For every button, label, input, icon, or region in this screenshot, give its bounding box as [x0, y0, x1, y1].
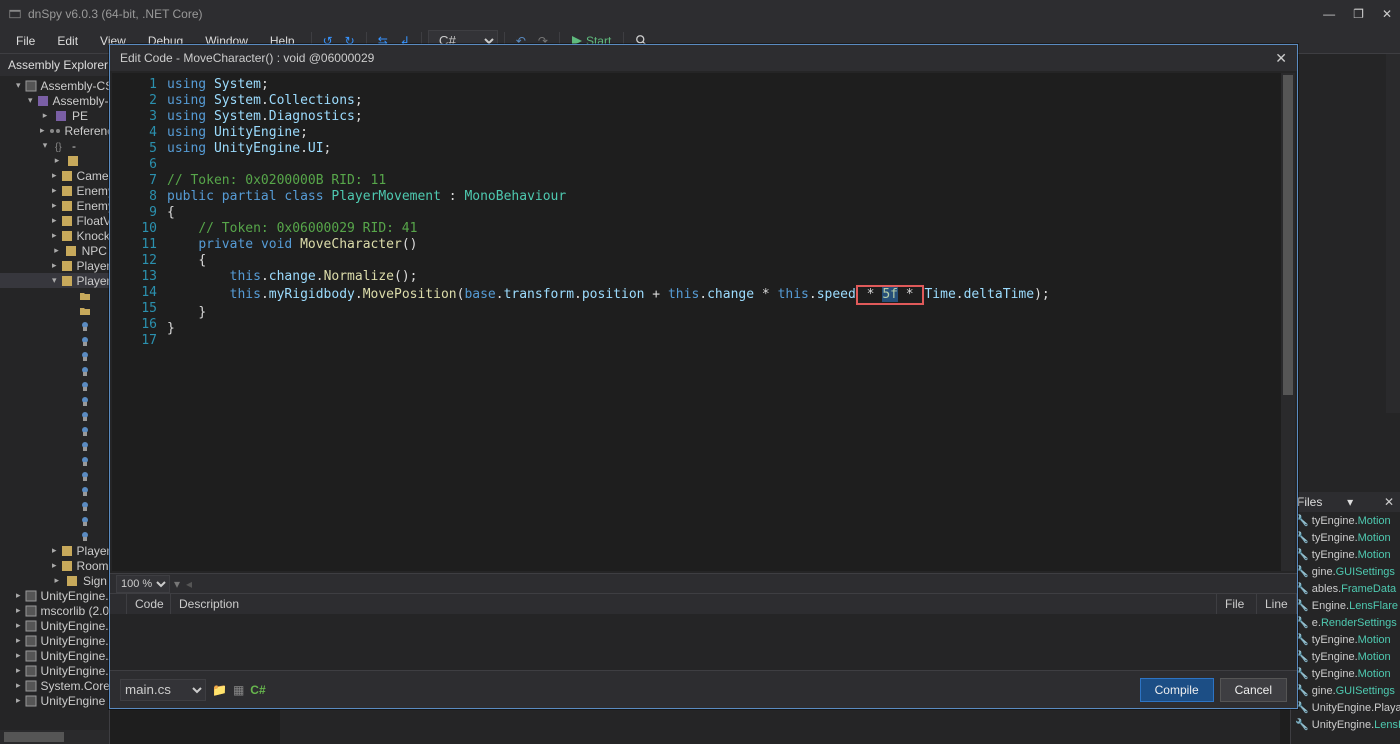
- tree-item[interactable]: [0, 438, 109, 453]
- tree-item[interactable]: [0, 423, 109, 438]
- window-title: dnSpy v6.0.3 (64-bit, .NET Core): [28, 7, 203, 21]
- tree-item[interactable]: [0, 378, 109, 393]
- tree-item[interactable]: ▸System.Core (2.0.0.0): [0, 678, 109, 693]
- tree-item[interactable]: [0, 408, 109, 423]
- tree-item[interactable]: ▸FloatValue: [0, 213, 109, 228]
- usage-row[interactable]: 🔧 e.RenderSettings: [1291, 614, 1400, 631]
- tree-item[interactable]: ▸RoomMove: [0, 558, 109, 573]
- edited-multiplier[interactable]: * 5f *: [856, 285, 925, 305]
- zoom-chevron-icon[interactable]: ▾: [174, 577, 180, 591]
- code-editor[interactable]: using System;using System.Collections;us…: [167, 73, 1281, 571]
- tree-item[interactable]: [0, 303, 109, 318]
- tree-item[interactable]: [0, 393, 109, 408]
- tree-item[interactable]: [0, 498, 109, 513]
- tree-item[interactable]: ▸UnityEngine.IMGUIModule: [0, 618, 109, 633]
- usage-row[interactable]: 🔧 Engine.LensFlare: [1291, 597, 1400, 614]
- col-file[interactable]: File: [1217, 594, 1257, 614]
- tree-item[interactable]: ▸UnityEngine.CoreModule: [0, 588, 109, 603]
- col-line[interactable]: Line: [1257, 594, 1297, 614]
- zoom-select[interactable]: 100 %: [116, 575, 170, 593]
- tree-item[interactable]: ▸PE: [0, 108, 109, 123]
- tree-item[interactable]: ▸References: [0, 123, 109, 138]
- tree-item[interactable]: ▸UnityEngine.AnimationModule: [0, 648, 109, 663]
- tree-item[interactable]: [0, 528, 109, 543]
- usage-row[interactable]: 🔧 tyEngine.Motion: [1291, 512, 1400, 529]
- files-dropdown-icon[interactable]: ▾: [1347, 495, 1353, 509]
- dialog-title: Edit Code - MoveCharacter() : void @0600…: [120, 51, 374, 65]
- edit-code-dialog: Edit Code - MoveCharacter() : void @0600…: [109, 44, 1298, 709]
- close-icon[interactable]: ✕: [1382, 7, 1392, 21]
- cancel-button[interactable]: Cancel: [1220, 678, 1287, 702]
- tree-item[interactable]: ▸PlayerState: [0, 543, 109, 558]
- tree-item[interactable]: [0, 348, 109, 363]
- error-list-body: [110, 614, 1297, 670]
- explorer-scrollbar[interactable]: [0, 730, 109, 744]
- menu-edit[interactable]: Edit: [47, 31, 88, 51]
- tree-item[interactable]: ▸Enemy: [0, 183, 109, 198]
- files-panel-title: Files: [1297, 495, 1322, 509]
- tree-item[interactable]: [0, 453, 109, 468]
- tree-item[interactable]: ▸UnityEngine.Physics2DModule: [0, 633, 109, 648]
- menu-file[interactable]: File: [6, 31, 45, 51]
- usage-row[interactable]: 🔧 tyEngine.Motion: [1291, 648, 1400, 665]
- usage-row[interactable]: 🔧 UnityEngine.Playables.FrameData: [1291, 699, 1400, 716]
- tree-item[interactable]: [0, 288, 109, 303]
- usage-row[interactable]: 🔧 tyEngine.Motion: [1291, 546, 1400, 563]
- app-icon: [8, 7, 22, 21]
- files-close-icon[interactable]: ✕: [1384, 495, 1394, 509]
- tree-item[interactable]: [0, 468, 109, 483]
- assembly-explorer-title: Assembly Explorer: [0, 54, 109, 76]
- tree-item[interactable]: ▸mscorlib (2.0.0.0): [0, 603, 109, 618]
- file-select[interactable]: main.cs: [120, 679, 206, 701]
- assembly-tree[interactable]: ▾Assembly-CSharp▾Assembly-CSharp.dll▸PE▸…: [0, 76, 109, 730]
- tree-item[interactable]: ▸Sign: [0, 573, 109, 588]
- open-file-icon[interactable]: 📁: [212, 683, 227, 697]
- svg-text:{}: {}: [55, 142, 62, 152]
- col-icon[interactable]: [110, 594, 127, 614]
- usage-row[interactable]: 🔧 tyEngine.Motion: [1291, 665, 1400, 682]
- tree-item[interactable]: ▸PlayerHealth: [0, 258, 109, 273]
- grid-icon[interactable]: ▦: [233, 683, 244, 697]
- usage-row[interactable]: 🔧 gine.GUISettings: [1291, 563, 1400, 580]
- hscroll-left-icon[interactable]: ◂: [186, 577, 192, 591]
- tree-item[interactable]: [0, 318, 109, 333]
- usage-row[interactable]: 🔧 UnityEngine.LensFlare: [1291, 716, 1400, 733]
- error-list: Code Description File Line: [110, 593, 1297, 670]
- usage-row[interactable]: 🔧 ables.FrameData: [1291, 580, 1400, 597]
- tree-item[interactable]: ▾Assembly-CSharp.dll: [0, 93, 109, 108]
- usages-list[interactable]: 🔧 tyEngine.Motion🔧 tyEngine.Motion🔧 tyEn…: [1291, 512, 1400, 744]
- tree-item[interactable]: ▸EnemyState: [0, 198, 109, 213]
- col-description[interactable]: Description: [171, 594, 1217, 614]
- dialog-close-icon[interactable]: ✕: [1275, 50, 1287, 67]
- usage-row[interactable]: 🔧 tyEngine.Motion: [1291, 529, 1400, 546]
- csharp-icon[interactable]: C#: [250, 683, 265, 697]
- tree-item[interactable]: [0, 513, 109, 528]
- maximize-icon[interactable]: ❐: [1353, 7, 1364, 21]
- tree-item[interactable]: [0, 363, 109, 378]
- col-code[interactable]: Code: [127, 594, 171, 614]
- tree-item[interactable]: ▸: [0, 153, 109, 168]
- tree-item[interactable]: ▾PlayerMovement: [0, 273, 109, 288]
- tree-item[interactable]: ▸UnityEngine (0.0.0.0): [0, 693, 109, 708]
- editor-scrollbar[interactable]: [1281, 73, 1295, 571]
- usage-row[interactable]: 🔧 gine.GUISettings: [1291, 682, 1400, 699]
- tree-item[interactable]: ▸CameraMovement: [0, 168, 109, 183]
- compile-button[interactable]: Compile: [1140, 678, 1214, 702]
- tree-item[interactable]: ▸Knockback: [0, 228, 109, 243]
- tree-item[interactable]: ▾Assembly-CSharp: [0, 78, 109, 93]
- main-scrollbar[interactable]: [1386, 54, 1400, 413]
- tree-item[interactable]: ▾{}-: [0, 138, 109, 153]
- tree-item[interactable]: ▸UnityEngine.UIModule: [0, 663, 109, 678]
- minimize-icon[interactable]: —: [1323, 7, 1335, 21]
- tree-item[interactable]: ▸NPC: [0, 243, 109, 258]
- tree-item[interactable]: [0, 333, 109, 348]
- line-gutter: 1234567891011121314151617: [112, 73, 167, 571]
- usage-row[interactable]: 🔧 tyEngine.Motion: [1291, 631, 1400, 648]
- tree-item[interactable]: [0, 483, 109, 498]
